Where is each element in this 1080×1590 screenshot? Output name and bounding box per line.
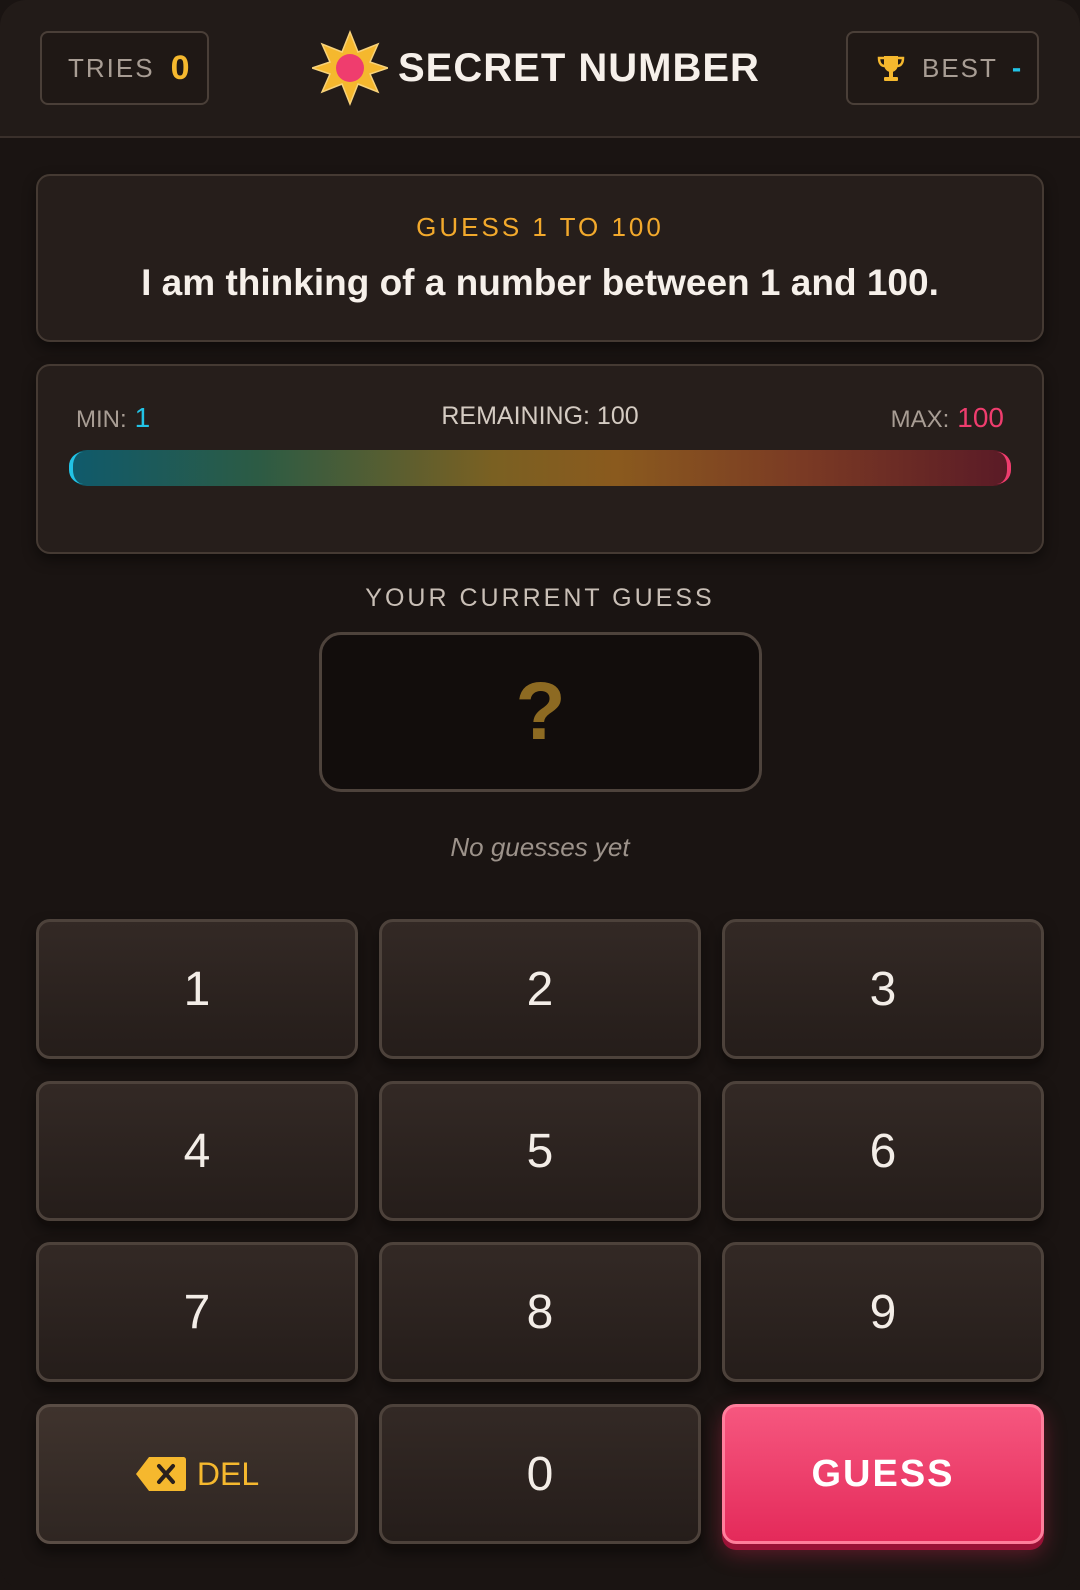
app-root: TRIES 0 SECRET NUMBER BEST - GUESS 1 TO … bbox=[0, 0, 1080, 1590]
current-guess-label: YOUR CURRENT GUESS bbox=[365, 584, 715, 612]
hint-text: GUESS 1 TO 100 bbox=[416, 212, 664, 242]
key-3[interactable]: 3 bbox=[722, 919, 1044, 1059]
tries-label: TRIES bbox=[68, 52, 155, 83]
max-label: MAX: bbox=[890, 406, 950, 433]
message-card: GUESS 1 TO 100 I am thinking of a number… bbox=[36, 174, 1044, 342]
range-min-marker bbox=[69, 452, 83, 484]
range-bar bbox=[69, 450, 1011, 486]
trophy-icon bbox=[877, 56, 905, 81]
range-max: MAX: 100 bbox=[891, 402, 1004, 434]
key-7[interactable]: 7 bbox=[36, 1242, 358, 1382]
guess-display: ? bbox=[515, 666, 566, 757]
guess-display-box: ? bbox=[319, 632, 762, 792]
sun-icon bbox=[312, 30, 388, 106]
max-value: 100 bbox=[957, 402, 1004, 433]
tries-value: 0 bbox=[170, 48, 190, 87]
range-max-marker bbox=[997, 452, 1011, 484]
message-text: I am thinking of a number between 1 and … bbox=[141, 262, 939, 303]
key-6[interactable]: 6 bbox=[722, 1081, 1044, 1221]
key-2[interactable]: 2 bbox=[379, 919, 701, 1059]
key-1[interactable]: 1 bbox=[36, 919, 358, 1059]
app-title: SECRET NUMBER bbox=[398, 45, 760, 90]
key-0[interactable]: 0 bbox=[379, 1404, 701, 1544]
key-8[interactable]: 8 bbox=[379, 1242, 701, 1382]
range-card: MIN: 1 REMAINING: 100 MAX: 100 bbox=[36, 364, 1044, 554]
title-group: SECRET NUMBER bbox=[312, 30, 760, 106]
backspace-icon bbox=[135, 1457, 186, 1491]
best-label: BEST bbox=[922, 52, 998, 83]
best-value: - bbox=[1011, 52, 1022, 83]
guess-button[interactable]: GUESS bbox=[722, 1404, 1044, 1544]
key-5[interactable]: 5 bbox=[379, 1081, 701, 1221]
key-9[interactable]: 9 bbox=[722, 1242, 1044, 1382]
best-score: BEST - bbox=[846, 31, 1039, 105]
delete-button[interactable]: DEL bbox=[36, 1404, 358, 1544]
range-bar-fill bbox=[69, 450, 1011, 486]
tries-counter: TRIES 0 bbox=[40, 31, 209, 105]
guess-status: No guesses yet bbox=[450, 832, 630, 862]
key-4[interactable]: 4 bbox=[36, 1081, 358, 1221]
delete-label: DEL bbox=[196, 1455, 260, 1492]
header-bar: TRIES 0 SECRET NUMBER BEST - bbox=[0, 0, 1080, 138]
